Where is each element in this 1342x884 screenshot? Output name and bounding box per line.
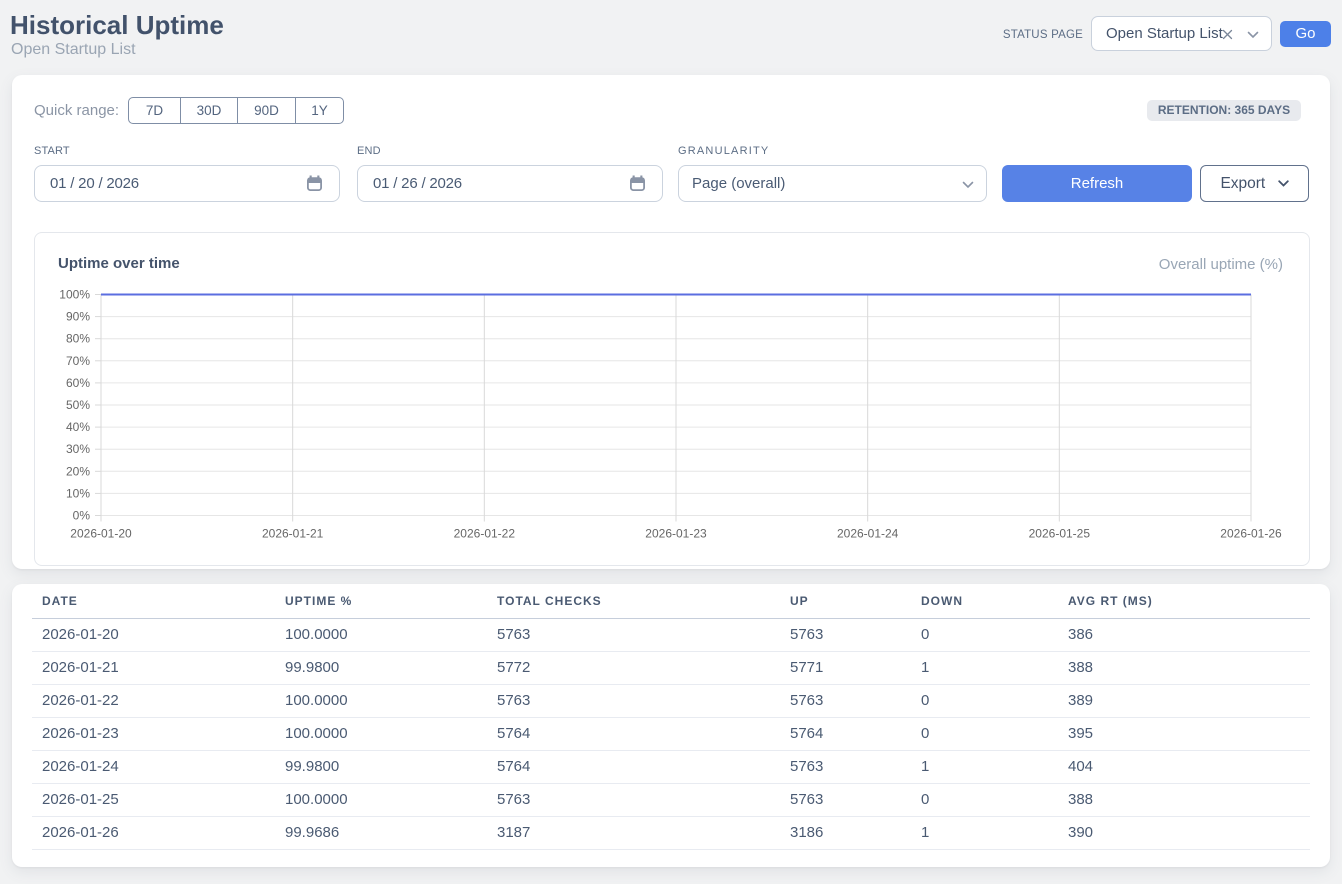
svg-text:50%: 50% — [66, 398, 90, 412]
svg-text:2026-01-21: 2026-01-21 — [262, 527, 324, 541]
svg-text:80%: 80% — [66, 332, 90, 346]
svg-text:20%: 20% — [66, 464, 90, 478]
svg-text:2026-01-24: 2026-01-24 — [837, 527, 899, 541]
svg-text:2026-01-20: 2026-01-20 — [70, 527, 132, 541]
svg-text:2026-01-25: 2026-01-25 — [1029, 527, 1091, 541]
svg-text:90%: 90% — [66, 310, 90, 324]
svg-text:30%: 30% — [66, 442, 90, 456]
svg-text:2026-01-22: 2026-01-22 — [454, 527, 516, 541]
svg-text:40%: 40% — [66, 420, 90, 434]
svg-text:60%: 60% — [66, 376, 90, 390]
svg-text:2026-01-26: 2026-01-26 — [1220, 527, 1282, 541]
svg-text:100%: 100% — [59, 288, 90, 302]
svg-text:2026-01-23: 2026-01-23 — [645, 527, 707, 541]
svg-text:10%: 10% — [66, 486, 90, 500]
svg-text:70%: 70% — [66, 354, 90, 368]
svg-text:0%: 0% — [73, 509, 91, 523]
